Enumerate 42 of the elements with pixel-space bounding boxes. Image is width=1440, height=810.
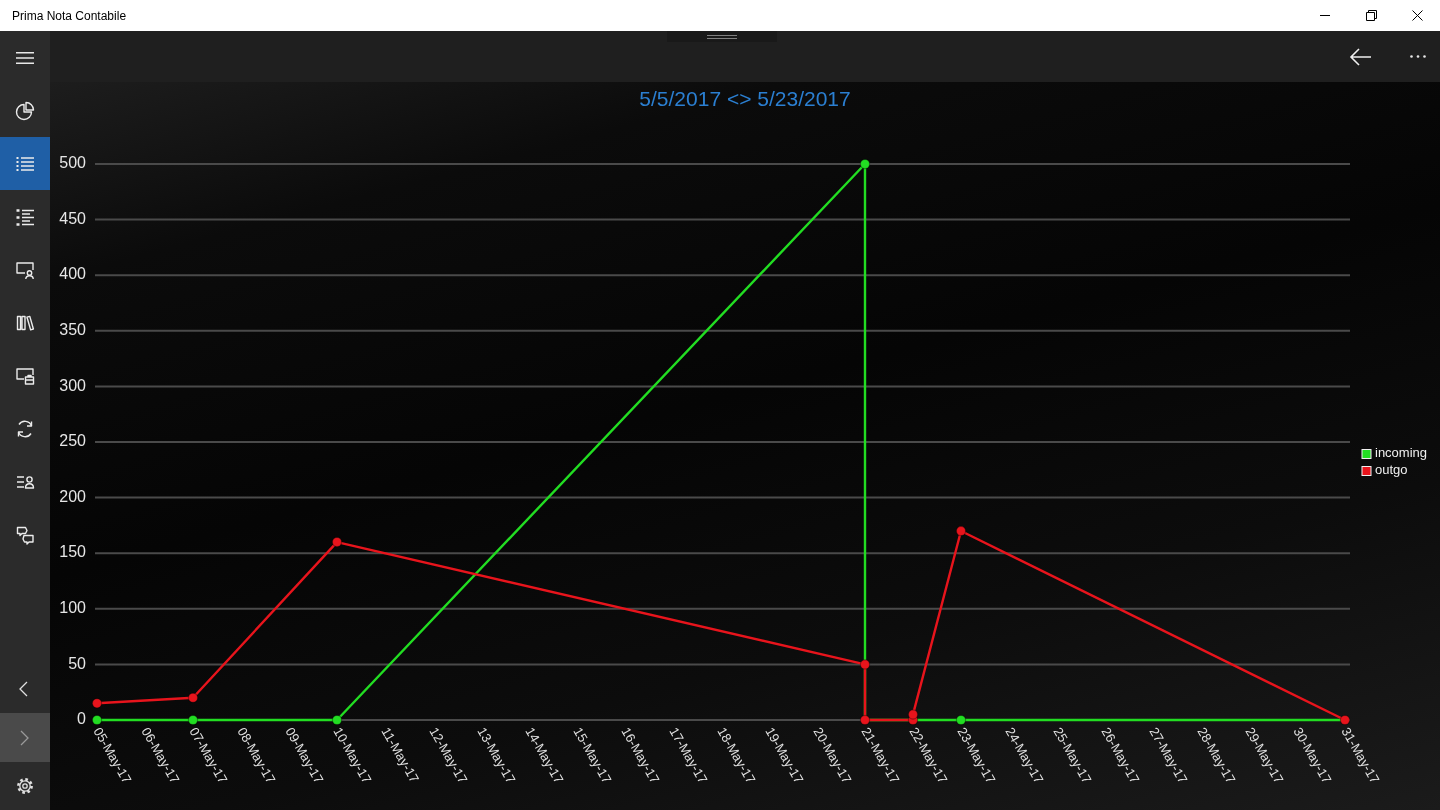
data-point [187, 692, 199, 703]
y-tick-label: 100 [59, 599, 86, 617]
restore-icon [1365, 10, 1377, 21]
minimize-icon [1320, 15, 1330, 16]
refresh-icon [15, 418, 35, 439]
speech-bubbles-icon [15, 524, 35, 545]
data-point [1339, 714, 1351, 726]
data-point [859, 714, 871, 726]
chart-title: 5/5/2017 <> 5/23/2017 [639, 86, 851, 113]
data-point [859, 158, 871, 170]
y-tick-label: 150 [59, 543, 86, 561]
drag-handle-icon[interactable] [667, 31, 777, 42]
back-arrow-icon [1349, 47, 1371, 66]
data-point [91, 714, 103, 726]
monitor-briefcase-icon [15, 365, 35, 386]
y-tick-label: 250 [59, 432, 86, 450]
y-tick-label: 500 [59, 154, 86, 172]
menu-icon [16, 51, 34, 64]
y-tick-label: 200 [59, 487, 86, 505]
data-point [859, 659, 871, 670]
data-point [331, 714, 343, 726]
data-point [187, 714, 199, 726]
y-tick-label: 400 [59, 265, 86, 283]
settings-icon [16, 777, 34, 795]
y-tick-label: 300 [59, 376, 86, 394]
data-point [955, 525, 967, 537]
y-tick-label: 50 [68, 654, 86, 672]
legend-label: outgo [1375, 462, 1408, 478]
window-title: Prima Nota Contabile [11, 7, 127, 25]
y-tick-label: 450 [59, 209, 86, 227]
y-tick-label: 350 [59, 321, 86, 339]
pie-chart-icon [15, 100, 35, 121]
monitor-person-icon [15, 259, 35, 280]
legend-label: incoming [1375, 445, 1428, 461]
bulleted-list-icon [15, 206, 35, 227]
data-point [907, 709, 919, 720]
data-point [91, 698, 103, 709]
data-point [331, 536, 343, 548]
close-icon [1411, 10, 1423, 21]
data-point [955, 714, 967, 726]
more-icon [1410, 55, 1426, 58]
y-tick-label: 0 [77, 710, 86, 728]
